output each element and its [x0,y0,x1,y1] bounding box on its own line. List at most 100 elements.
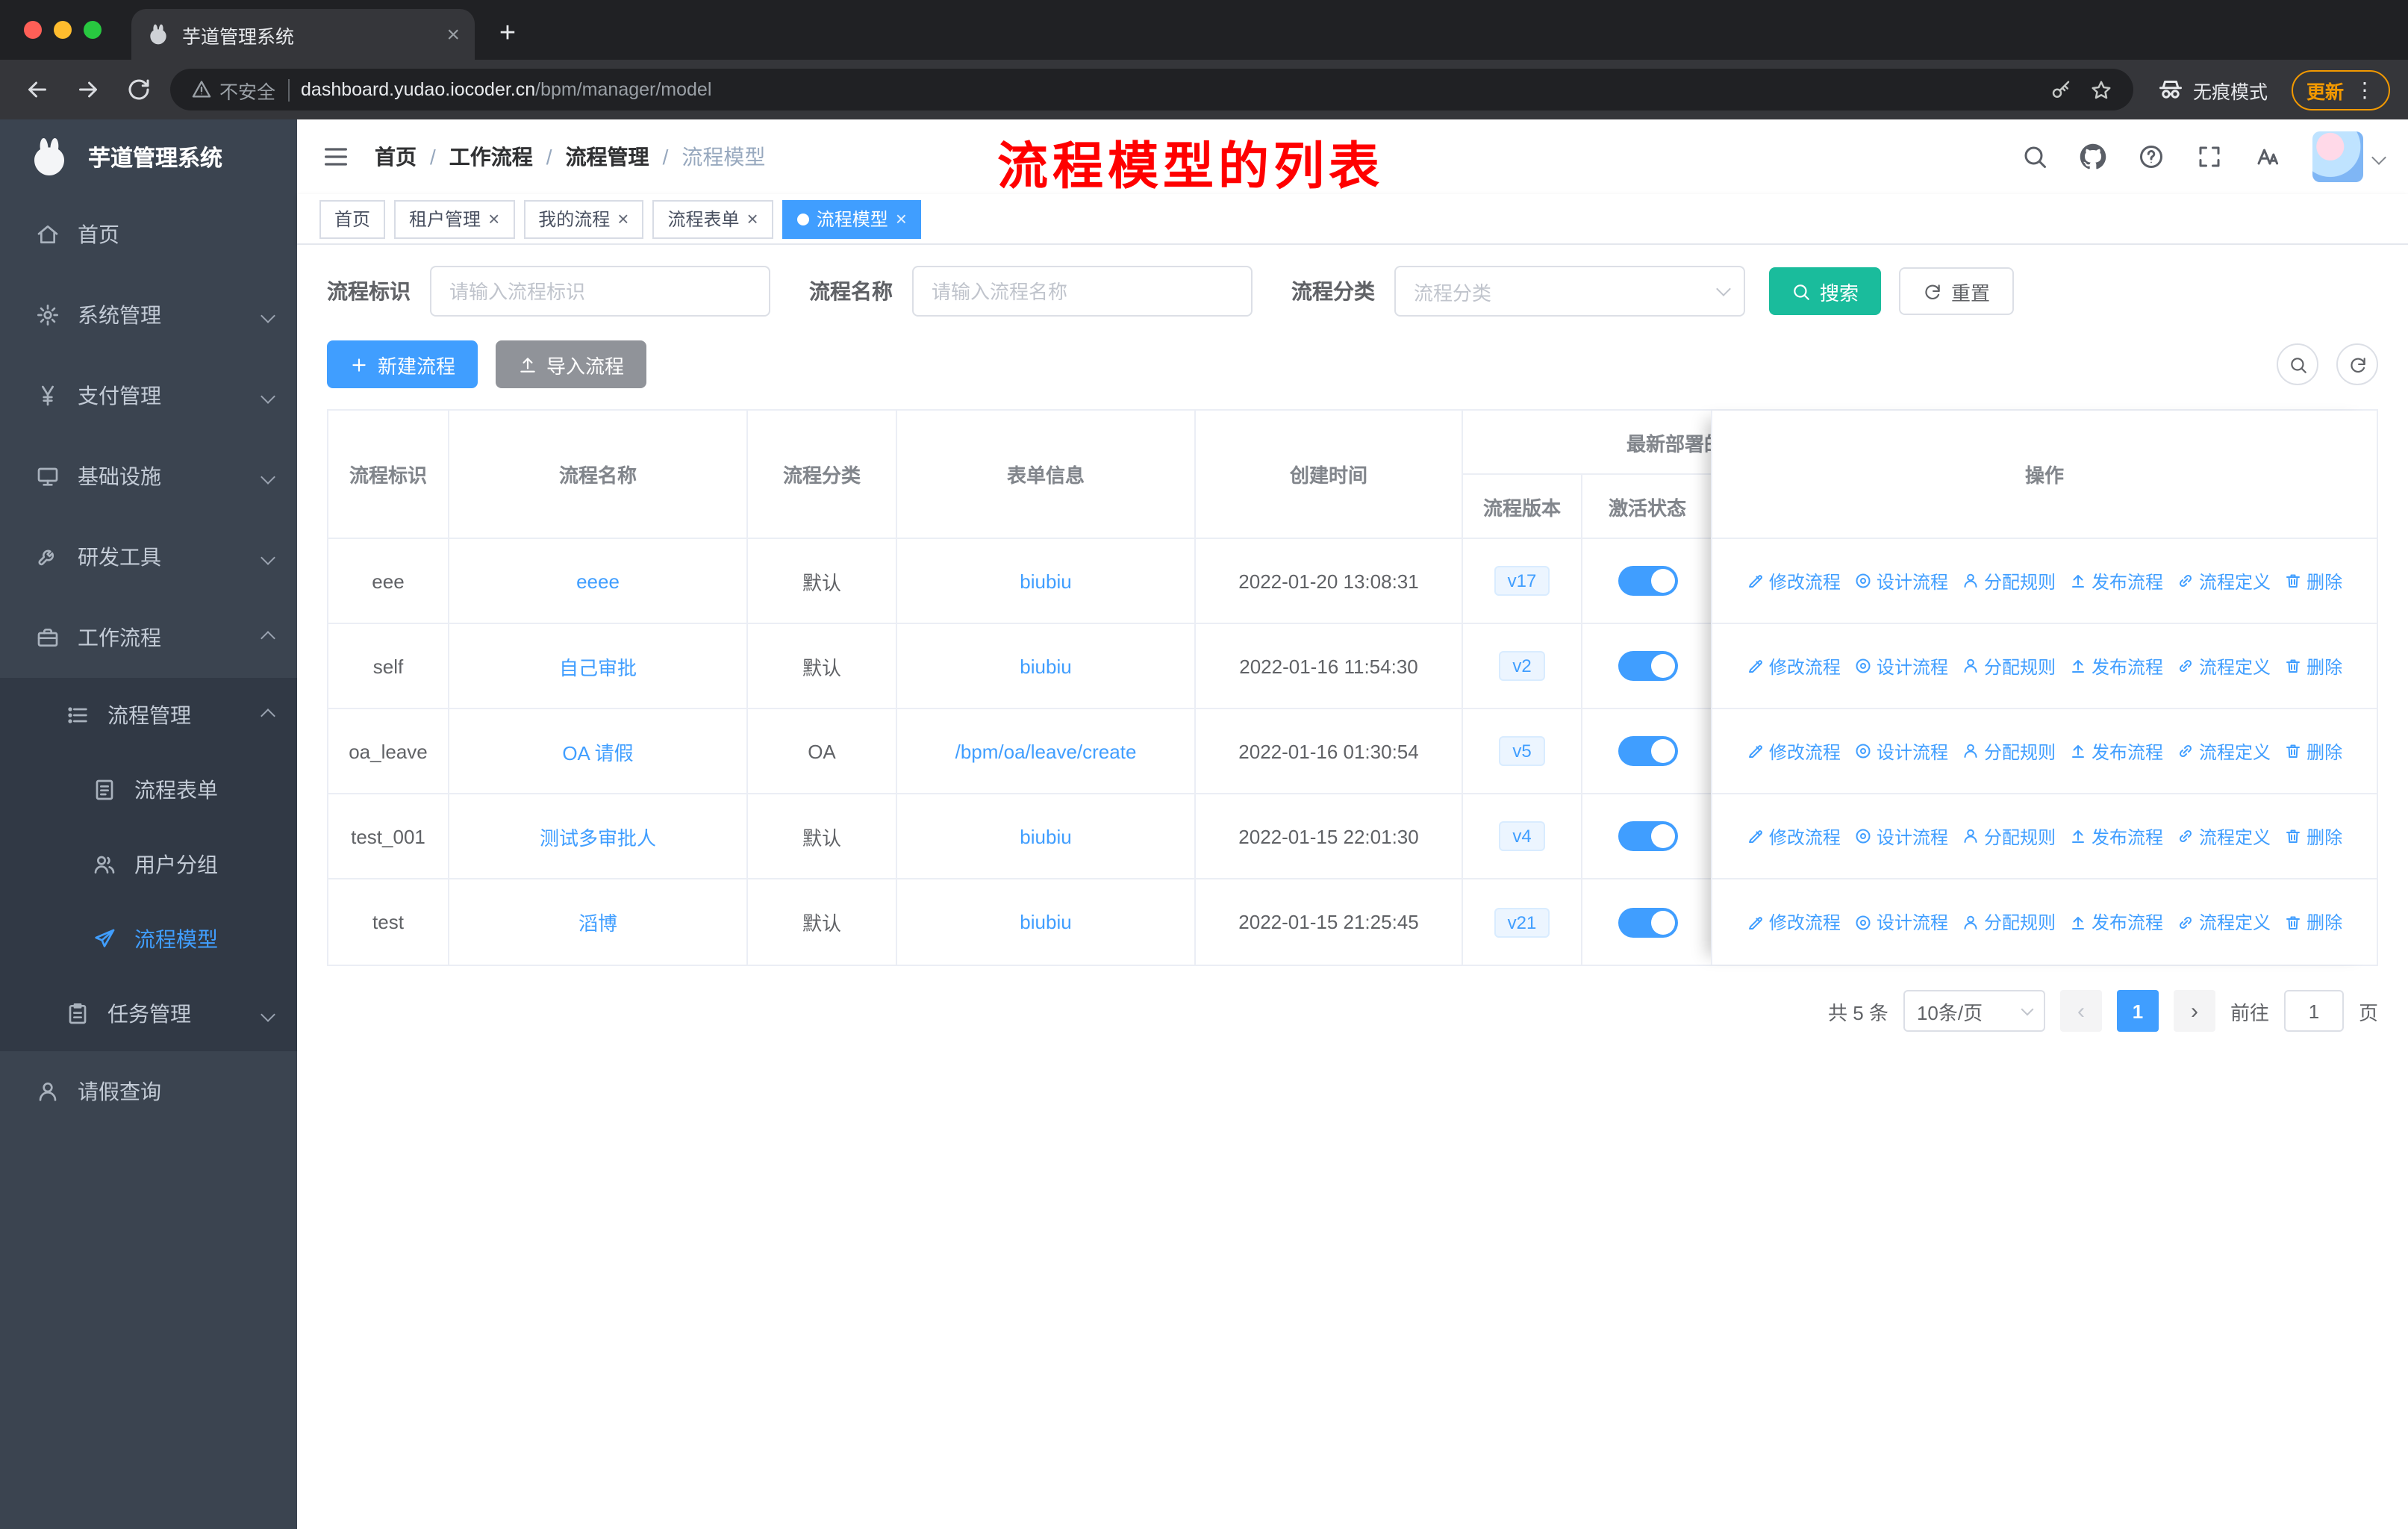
sidebar-item[interactable]: 流程管理 [0,678,297,753]
tag-close-icon[interactable]: × [747,209,758,228]
question-icon[interactable] [2138,143,2165,170]
form-info-link[interactable]: biubiu [1020,825,1071,847]
goto-page-input[interactable] [2283,990,2344,1032]
action-design-link[interactable]: 设计流程 [1854,568,1948,594]
action-assign-link[interactable]: 分配规则 [1962,823,2056,849]
search-icon[interactable] [2021,143,2048,170]
avatar[interactable] [2312,131,2363,182]
action-define-link[interactable]: 流程定义 [2177,738,2271,764]
app-logo[interactable]: 芋道管理系统 [0,119,297,194]
bookmark-star-icon[interactable] [2090,78,2112,101]
sidebar-item[interactable]: 任务管理 [0,977,297,1051]
close-window-button[interactable] [24,21,42,39]
reload-icon[interactable] [119,70,158,109]
github-icon[interactable] [2080,143,2106,170]
reset-button[interactable]: 重置 [1899,267,2015,315]
action-design-link[interactable]: 设计流程 [1854,909,1948,935]
import-process-button[interactable]: 导入流程 [496,340,647,388]
action-assign-link[interactable]: 分配规则 [1962,568,2056,594]
process-name-link[interactable]: OA 请假 [562,737,633,765]
tag-close-icon[interactable]: × [617,209,628,228]
action-publish-link[interactable]: 发布流程 [2069,738,2163,764]
sidebar-item[interactable]: 基础设施 [0,436,297,517]
sidebar-item[interactable]: 请假查询 [0,1051,297,1132]
active-toggle[interactable] [1618,907,1677,937]
active-toggle[interactable] [1618,651,1677,681]
action-define-link[interactable]: 流程定义 [2177,909,2271,935]
action-edit-link[interactable]: 修改流程 [1747,909,1841,935]
hamburger-icon[interactable] [321,142,351,172]
address-bar[interactable]: 不安全 dashboard.yudao.iocoder.cn/bpm/manag… [170,69,2133,110]
action-define-link[interactable]: 流程定义 [2177,653,2271,679]
action-delete-link[interactable]: 删除 [2284,823,2342,849]
action-delete-link[interactable]: 删除 [2284,653,2342,679]
sidebar-item[interactable]: 用户分组 [0,827,297,902]
tab-close-icon[interactable]: × [446,22,460,47]
process-id-input[interactable] [430,266,770,317]
toggle-search-button[interactable] [2277,343,2318,385]
sidebar-item[interactable]: 支付管理 [0,355,297,436]
breadcrumb-item[interactable]: 流程模型 / [681,142,765,172]
breadcrumb-item[interactable]: 流程管理 / [566,142,682,172]
view-tag[interactable]: 流程模型 × [782,199,922,238]
fontsize-icon[interactable] [2254,143,2281,170]
sidebar-item[interactable]: 首页 [0,194,297,275]
action-design-link[interactable]: 设计流程 [1854,738,1948,764]
action-design-link[interactable]: 设计流程 [1854,823,1948,849]
action-delete-link[interactable]: 删除 [2284,568,2342,594]
breadcrumb-item[interactable]: 首页 / [375,142,449,172]
action-edit-link[interactable]: 修改流程 [1747,823,1841,849]
password-key-icon[interactable] [2050,78,2072,101]
user-menu[interactable] [2312,131,2386,182]
process-name-link[interactable]: 滔博 [578,908,617,936]
action-edit-link[interactable]: 修改流程 [1747,738,1841,764]
forward-icon[interactable] [69,70,107,109]
next-page-button[interactable]: › [2173,990,2215,1032]
sidebar-item[interactable]: 工作流程 [0,597,297,678]
form-info-link[interactable]: biubiu [1020,570,1071,592]
action-publish-link[interactable]: 发布流程 [2069,568,2163,594]
process-name-link[interactable]: eeee [576,570,620,592]
browser-menu-icon[interactable]: ⋮ [2354,77,2375,102]
action-publish-link[interactable]: 发布流程 [2069,823,2163,849]
tag-close-icon[interactable]: × [896,209,907,228]
breadcrumb-item[interactable]: 工作流程 / [449,142,566,172]
minimize-window-button[interactable] [54,21,72,39]
search-button[interactable]: 搜索 [1769,267,1882,315]
process-name-link[interactable]: 测试多审批人 [540,822,656,850]
action-assign-link[interactable]: 分配规则 [1962,738,2056,764]
action-delete-link[interactable]: 删除 [2284,909,2342,935]
active-toggle[interactable] [1618,566,1677,596]
action-edit-link[interactable]: 修改流程 [1747,653,1841,679]
page-number-1[interactable]: 1 [2116,990,2159,1032]
action-design-link[interactable]: 设计流程 [1854,653,1948,679]
action-define-link[interactable]: 流程定义 [2177,568,2271,594]
view-tag[interactable]: 首页 [319,199,386,238]
view-tag[interactable]: 我的流程 × [523,199,644,238]
category-select[interactable]: 流程分类 [1394,266,1745,317]
prev-page-button[interactable]: ‹ [2059,990,2102,1032]
action-publish-link[interactable]: 发布流程 [2069,653,2163,679]
sidebar-item[interactable]: 流程模型 [0,902,297,977]
new-tab-button[interactable]: + [487,13,528,55]
sidebar-item[interactable]: 研发工具 [0,517,297,597]
sidebar-item[interactable]: 系统管理 [0,275,297,355]
sidebar-item[interactable]: 流程表单 [0,753,297,827]
action-assign-link[interactable]: 分配规则 [1962,909,2056,935]
action-delete-link[interactable]: 删除 [2284,738,2342,764]
form-info-link[interactable]: /bpm/oa/leave/create [955,740,1137,762]
page-size-select[interactable]: 10条/页 [1903,990,2045,1032]
action-publish-link[interactable]: 发布流程 [2069,909,2163,935]
active-toggle[interactable] [1618,821,1677,851]
active-toggle[interactable] [1618,736,1677,766]
process-name-link[interactable]: 自己审批 [559,652,637,680]
view-tag[interactable]: 流程表单 × [652,199,773,238]
view-tag[interactable]: 租户管理 × [394,199,515,238]
form-info-link[interactable]: biubiu [1020,911,1071,933]
back-icon[interactable] [18,70,57,109]
fullscreen-icon[interactable] [2196,143,2223,170]
security-warning[interactable]: 不安全 [191,75,275,104]
create-process-button[interactable]: 新建流程 [327,340,478,388]
browser-update-chip[interactable]: 更新 ⋮ [2291,69,2390,110]
action-assign-link[interactable]: 分配规则 [1962,653,2056,679]
